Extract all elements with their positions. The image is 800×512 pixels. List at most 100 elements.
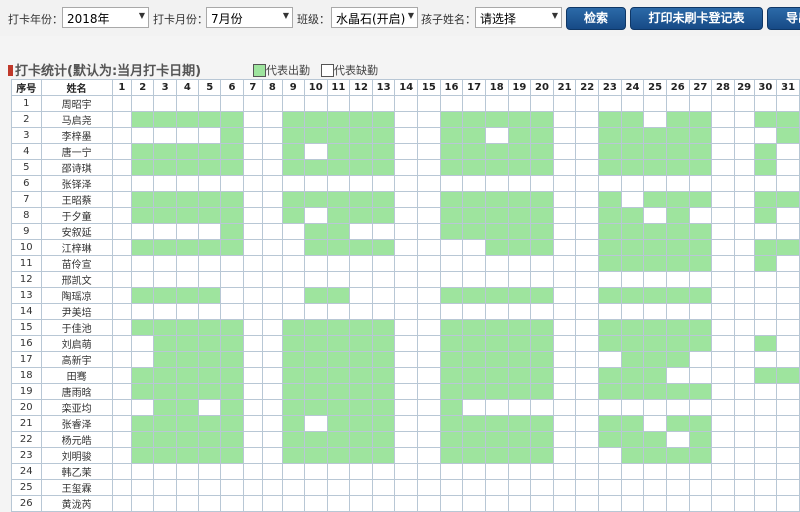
attendance-absent-cell — [688, 399, 713, 416]
attendance-present-cell — [484, 143, 509, 160]
attendance-absent-cell — [242, 287, 264, 304]
attendance-absent-cell — [262, 191, 283, 208]
table-row: 14 尹美培 — [11, 303, 800, 320]
attendance-absent-cell — [371, 463, 396, 480]
attendance-present-cell — [688, 287, 713, 304]
attendance-absent-cell — [552, 191, 577, 208]
attendance-absent-cell — [598, 175, 622, 192]
row-name: 张铎泽 — [40, 175, 113, 192]
attendance-absent-cell — [598, 447, 622, 464]
attendance-absent-cell — [371, 223, 396, 240]
section-title: 打卡统计(默认为:当月打卡日期) — [8, 60, 201, 79]
attendance-present-cell — [349, 415, 373, 432]
attendance-present-cell — [326, 415, 351, 432]
attendance-present-cell — [175, 367, 200, 384]
class-select[interactable]: 水晶石(开启) ▼ — [331, 7, 418, 28]
month-select[interactable]: 7月份 ▼ — [206, 7, 293, 28]
attendance-absent-cell — [198, 271, 222, 288]
attendance-absent-cell — [303, 255, 328, 272]
attendance-absent-cell — [711, 143, 735, 160]
attendance-present-cell — [303, 287, 328, 304]
attendance-absent-cell — [665, 303, 690, 320]
header-day: 4 — [175, 79, 200, 96]
attendance-absent-cell — [349, 495, 373, 512]
attendance-present-cell — [643, 319, 667, 336]
attendance-absent-cell — [552, 175, 577, 192]
header-day: 28 — [711, 79, 735, 96]
attendance-present-cell — [462, 159, 486, 176]
attendance-absent-cell — [643, 415, 667, 432]
attendance-present-cell — [688, 159, 713, 176]
attendance-present-cell — [462, 111, 486, 128]
attendance-absent-cell — [242, 447, 264, 464]
header-day: 12 — [349, 79, 373, 96]
attendance-absent-cell — [462, 255, 486, 272]
search-button[interactable]: 检索 — [566, 7, 626, 30]
attendance-present-cell — [507, 383, 532, 400]
table-row: 2 马启尧 — [11, 111, 800, 128]
attendance-present-cell — [281, 383, 305, 400]
attendance-present-cell — [220, 111, 244, 128]
header-day: 27 — [688, 79, 713, 96]
row-index: 2 — [11, 111, 42, 128]
attendance-absent-cell — [417, 447, 441, 464]
attendance-absent-cell — [242, 303, 264, 320]
attendance-absent-cell — [281, 271, 305, 288]
attendance-absent-cell — [733, 431, 755, 448]
table-row: 18 田骞 — [11, 367, 800, 384]
attendance-absent-cell — [665, 271, 690, 288]
attendance-absent-cell — [281, 239, 305, 256]
attendance-present-cell — [326, 127, 351, 144]
child-select[interactable]: 请选择 ▼ — [475, 7, 562, 28]
header-day: 19 — [507, 79, 532, 96]
attendance-absent-cell — [688, 175, 713, 192]
year-select[interactable]: 2018年 ▼ — [62, 7, 149, 28]
attendance-absent-cell — [394, 111, 419, 128]
attendance-absent-cell — [371, 287, 396, 304]
attendance-absent-cell — [153, 463, 177, 480]
attendance-absent-cell — [131, 95, 155, 112]
attendance-present-cell — [507, 207, 532, 224]
row-name: 唐一宁 — [40, 143, 113, 160]
export-button[interactable]: 导出 — [767, 7, 800, 30]
attendance-absent-cell — [711, 239, 735, 256]
attendance-absent-cell — [111, 335, 133, 352]
attendance-present-cell — [349, 335, 373, 352]
table-row: 24 韩乙茉 — [11, 463, 800, 480]
attendance-present-cell — [507, 319, 532, 336]
chevron-down-icon: ▼ — [407, 11, 414, 20]
attendance-absent-cell — [484, 479, 509, 496]
attendance-present-cell — [643, 127, 667, 144]
attendance-present-cell — [220, 351, 244, 368]
attendance-absent-cell — [507, 303, 532, 320]
attendance-present-cell — [326, 143, 351, 160]
attendance-absent-cell — [394, 495, 419, 512]
header-day: 21 — [552, 79, 577, 96]
attendance-present-cell — [371, 399, 396, 416]
attendance-absent-cell — [417, 207, 441, 224]
attendance-absent-cell — [303, 479, 328, 496]
attendance-absent-cell — [326, 479, 351, 496]
attendance-present-cell — [484, 239, 509, 256]
attendance-absent-cell — [417, 415, 441, 432]
attendance-present-cell — [507, 447, 532, 464]
print-button[interactable]: 打印未刷卡登记表 — [630, 7, 763, 30]
attendance-absent-cell — [111, 111, 133, 128]
attendance-present-cell — [530, 127, 554, 144]
attendance-absent-cell — [349, 287, 373, 304]
attendance-absent-cell — [711, 159, 735, 176]
table-row: 1 周昭宇 — [11, 95, 800, 112]
attendance-absent-cell — [417, 159, 441, 176]
header-day: 18 — [484, 79, 509, 96]
attendance-absent-cell — [753, 319, 778, 336]
attendance-absent-cell — [394, 463, 419, 480]
table-row: 15 于佳池 — [11, 319, 800, 336]
attendance-present-cell — [326, 447, 351, 464]
attendance-absent-cell — [753, 303, 778, 320]
attendance-absent-cell — [552, 351, 577, 368]
attendance-absent-cell — [753, 415, 778, 432]
attendance-absent-cell — [242, 95, 264, 112]
attendance-present-cell — [281, 399, 305, 416]
attendance-absent-cell — [620, 495, 645, 512]
attendance-absent-cell — [262, 319, 283, 336]
